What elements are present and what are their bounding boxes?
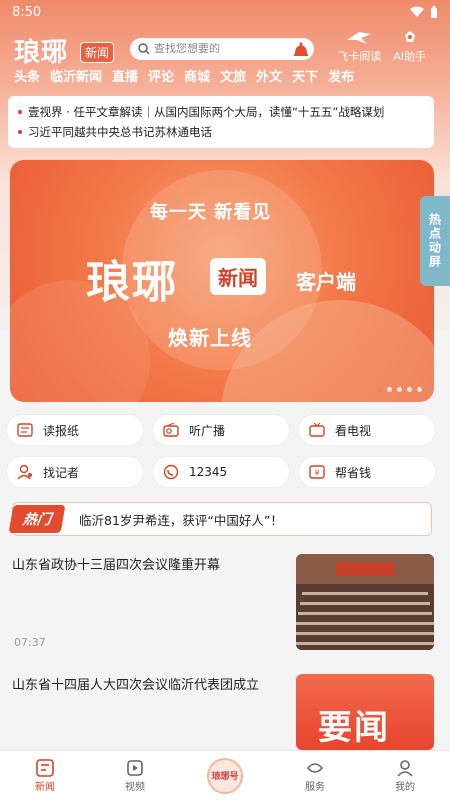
carousel-dot[interactable] (387, 387, 392, 392)
nav-news[interactable]: 新闻 (15, 758, 75, 793)
article-title: 山东省政协十三届四次会议隆重开幕 (12, 558, 221, 573)
search-bar[interactable] (130, 38, 314, 60)
topbar-right: 飞卡阅读 AI助手 (337, 30, 426, 64)
banner-tagline: 焕新上线 (168, 326, 252, 350)
bullet-dot (18, 130, 22, 134)
status-bar: 8:50 (0, 0, 450, 24)
newspaper-icon (17, 423, 33, 437)
bird-icon (347, 32, 372, 44)
nav-profile[interactable]: 我的 (375, 758, 435, 793)
tab-release[interactable]: 发布 (328, 66, 354, 85)
feika-read-button[interactable]: 飞卡阅读 (337, 30, 381, 64)
banner-logo: 琅琊 (86, 257, 178, 308)
article-thumbnail (296, 554, 434, 650)
status-time: 8:50 (12, 4, 42, 20)
promo-banner[interactable]: 每一天 新看见 琅琊 新闻 客户端 焕新上线 (10, 160, 434, 402)
article-title: 山东省十四届人大四次会议临沂代表团成立 (12, 678, 260, 693)
wifi-icon (410, 6, 424, 17)
service-label: 听广播 (189, 423, 226, 438)
logo-badge: 新闻 (80, 42, 115, 63)
alert-bell-icon[interactable] (292, 40, 310, 58)
tab-linyi-news[interactable]: 临沂新闻 (50, 66, 102, 85)
feika-read-label: 飞卡阅读 (337, 50, 382, 63)
status-icons (410, 5, 438, 19)
coupon-icon: ¥ (309, 465, 325, 479)
hot-motion-float-button[interactable]: 热点动屏 (420, 196, 450, 286)
news-icon (36, 759, 54, 777)
service-save-money[interactable]: ¥ 帮省钱 (298, 456, 436, 488)
service-watch-tv[interactable]: 看电视 (298, 414, 436, 446)
nav-label: 我的 (395, 782, 415, 793)
nav-label: 视频 (125, 782, 145, 793)
article-thumbnail: 要闻 (296, 674, 434, 750)
carousel-dot[interactable] (377, 387, 382, 392)
service-label: 帮省钱 (335, 465, 372, 480)
nav-service[interactable]: 服务 (285, 758, 345, 793)
tv-icon (309, 423, 325, 437)
service-label: 读报纸 (43, 423, 80, 438)
banner-subtitle: 每一天 新看见 (150, 202, 272, 223)
tab-world[interactable]: 天下 (292, 66, 318, 85)
app-logo[interactable]: 琅琊 (14, 32, 68, 69)
radio-icon (163, 423, 179, 437)
channel-tabs: 头条 临沂新闻 直播 评论 商城 文旅 外文 天下 发布 (14, 66, 354, 85)
hot-news-text: 临沂81岁尹希连，获评“中国好人”！ (79, 512, 283, 528)
search-icon (138, 43, 150, 55)
service-listen-radio[interactable]: 听广播 (152, 414, 290, 446)
service-label: 找记者 (43, 465, 80, 480)
video-icon (127, 760, 143, 776)
service-row: 找记者 12345 ¥ 帮省钱 (6, 456, 444, 488)
nav-video[interactable]: 视频 (105, 758, 165, 793)
top-bar: 琅琊 新闻 飞卡阅读 AI助手 (0, 30, 450, 70)
nav-label: 服务 (305, 782, 325, 793)
tab-mall[interactable]: 商城 (184, 66, 210, 85)
hotline-icon (163, 464, 179, 480)
service-row: 读报纸 听广播 看电视 (6, 414, 444, 446)
bullet-dot (18, 110, 22, 114)
tab-headline[interactable]: 头条 (14, 66, 40, 85)
important-news-graphic: 要闻 (318, 708, 390, 748)
article-item[interactable]: 山东省政协十三届四次会议隆重开幕 07:37 (0, 548, 450, 656)
tab-live[interactable]: 直播 (112, 66, 138, 85)
service-label: 看电视 (335, 423, 372, 438)
service-find-reporter[interactable]: 找记者 (6, 456, 144, 488)
battery-icon (431, 5, 437, 18)
banner-client-label: 客户端 (296, 270, 356, 294)
service-hotline[interactable]: 12345 (152, 456, 290, 488)
carousel-dot[interactable] (397, 387, 402, 392)
banner-badge: 新闻 (210, 258, 266, 295)
nav-langya[interactable]: 琅琊号 (195, 757, 255, 794)
top-news-item[interactable]: 壹视界 · 任平文章解读｜从国内国际两个大局，读懂“十五五”战略谋划 (18, 102, 424, 122)
carousel-dot[interactable] (407, 387, 412, 392)
top-news-card: 壹视界 · 任平文章解读｜从国内国际两个大局，读懂“十五五”战略谋划 习近平同越… (8, 96, 434, 148)
ai-assistant-button[interactable]: AI助手 (393, 30, 426, 64)
tab-comment[interactable]: 评论 (148, 66, 174, 85)
search-input[interactable] (154, 43, 274, 55)
hot-news-bar[interactable]: 热门 临沂81岁尹希连，获评“中国好人”！ (8, 502, 432, 536)
langya-center-icon: 琅琊号 (207, 757, 243, 794)
top-news-text: 习近平同越共中央总书记苏林通电话 (28, 125, 212, 139)
svg-text:¥: ¥ (314, 469, 319, 478)
ai-assistant-label: AI助手 (393, 50, 426, 63)
nav-label: 新闻 (35, 782, 55, 793)
carousel-dot[interactable] (417, 387, 422, 392)
service-icon (306, 763, 324, 773)
service-label: 12345 (189, 465, 228, 479)
service-read-newspaper[interactable]: 读报纸 (6, 414, 144, 446)
hot-tag: 热门 (8, 505, 66, 533)
article-time: 07:37 (14, 636, 46, 649)
article-item[interactable]: 山东省十四届人大四次会议临沂代表团成立 要闻 (0, 666, 450, 750)
reporter-icon (17, 464, 32, 480)
service-grid: 读报纸 听广播 看电视 找记者 12345 ¥ 帮省钱 (6, 414, 444, 498)
top-news-text: 壹视界 · 任平文章解读｜从国内国际两个大局，读懂“十五五”战略谋划 (28, 105, 385, 119)
tab-foreign[interactable]: 外文 (256, 66, 282, 85)
profile-icon (397, 760, 413, 777)
ai-assistant-icon (404, 31, 415, 42)
top-news-item[interactable]: 习近平同越共中央总书记苏林通电话 (18, 122, 424, 142)
bottom-navigation: 新闻 视频 琅琊号 服务 我的 (0, 750, 450, 800)
meeting-hall-photo (296, 554, 434, 650)
tab-culture-travel[interactable]: 文旅 (220, 66, 246, 85)
carousel-dots (377, 387, 422, 392)
